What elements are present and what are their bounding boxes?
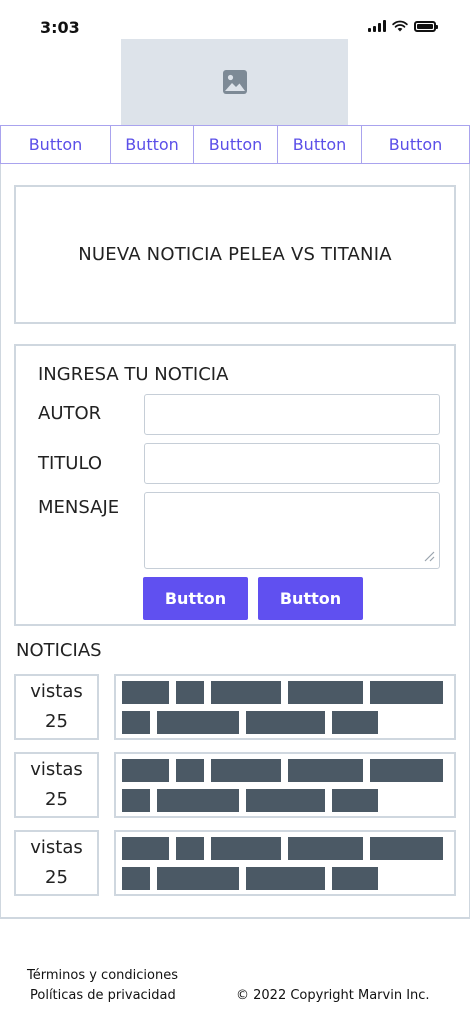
form-title: INGRESA TU NOTICIA — [38, 364, 229, 385]
signal-icon — [368, 20, 386, 32]
text-bar — [176, 681, 204, 704]
news-item[interactable]: vistas 25 — [14, 752, 456, 818]
battery-icon — [414, 21, 438, 32]
news-heading: NOTICIAS — [16, 640, 102, 661]
text-bar — [122, 681, 169, 704]
text-bar — [332, 789, 378, 812]
text-bar — [211, 759, 281, 782]
text-bar — [157, 789, 239, 812]
author-label: AUTOR — [38, 403, 102, 424]
news-text-placeholder — [114, 752, 456, 818]
text-bar — [122, 867, 150, 890]
status-icons — [368, 20, 438, 32]
tab-2[interactable]: Button — [111, 126, 194, 163]
text-bar — [157, 867, 239, 890]
text-bar — [122, 759, 169, 782]
news-form: INGRESA TU NOTICIA AUTOR TITULO MENSAJE … — [14, 344, 456, 626]
title-label: TITULO — [38, 453, 103, 474]
text-bar — [157, 711, 239, 734]
submit-button[interactable]: Button — [143, 577, 248, 620]
secondary-button[interactable]: Button — [258, 577, 363, 620]
views-label: vistas — [30, 837, 83, 858]
text-bar — [246, 867, 325, 890]
text-bar — [211, 837, 281, 860]
text-bar — [370, 837, 443, 860]
privacy-link[interactable]: Políticas de privacidad — [27, 986, 178, 1006]
news-item[interactable]: vistas 25 — [14, 830, 456, 896]
text-bar — [288, 759, 363, 782]
text-bar — [288, 681, 363, 704]
author-input[interactable] — [144, 394, 440, 435]
tab-1[interactable]: Button — [1, 126, 111, 163]
news-text-placeholder — [114, 674, 456, 740]
headline-card: NUEVA NOTICIA PELEA VS TITANIA — [14, 185, 456, 324]
headline-text: NUEVA NOTICIA PELEA VS TITANIA — [78, 244, 392, 265]
text-bar — [122, 711, 150, 734]
footer-links: Términos y condiciones Políticas de priv… — [27, 966, 178, 1006]
image-icon — [222, 70, 247, 94]
message-textarea[interactable] — [144, 492, 440, 569]
views-counter: vistas 25 — [14, 752, 99, 818]
resize-grip-icon[interactable] — [422, 549, 436, 563]
terms-link[interactable]: Términos y condiciones — [27, 966, 178, 986]
views-counter: vistas 25 — [14, 830, 99, 896]
status-bar: 3:03 — [0, 0, 470, 40]
text-bar — [370, 759, 443, 782]
text-bar — [246, 789, 325, 812]
views-counter: vistas 25 — [14, 674, 99, 740]
text-bar — [370, 681, 443, 704]
status-time: 3:03 — [40, 18, 80, 37]
text-bar — [246, 711, 325, 734]
text-bar — [176, 759, 204, 782]
hero-image — [121, 39, 348, 125]
text-bar — [332, 867, 378, 890]
tab-bar: Button Button Button Button Button — [0, 125, 470, 164]
tab-5[interactable]: Button — [362, 126, 469, 163]
wifi-icon — [392, 20, 408, 32]
message-label: MENSAJE — [38, 497, 120, 518]
views-label: vistas — [30, 759, 83, 780]
views-count: 25 — [45, 789, 68, 810]
news-item[interactable]: vistas 25 — [14, 674, 456, 740]
text-bar — [332, 711, 378, 734]
text-bar — [211, 681, 281, 704]
text-bar — [176, 837, 204, 860]
tab-3[interactable]: Button — [194, 126, 278, 163]
copyright-text: © 2022 Copyright Marvin Inc. — [236, 988, 430, 1003]
tab-4[interactable]: Button — [278, 126, 362, 163]
news-text-placeholder — [114, 830, 456, 896]
text-bar — [122, 789, 150, 812]
views-count: 25 — [45, 867, 68, 888]
views-count: 25 — [45, 711, 68, 732]
title-input[interactable] — [144, 443, 440, 484]
views-label: vistas — [30, 681, 83, 702]
text-bar — [288, 837, 363, 860]
text-bar — [122, 837, 169, 860]
